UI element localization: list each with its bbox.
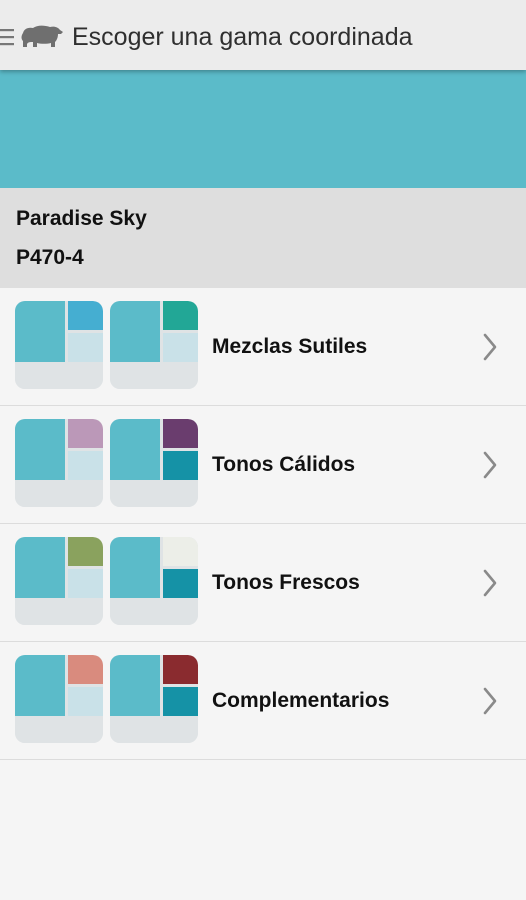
chevron-right-icon <box>483 687 497 715</box>
thumbnail-main-color <box>15 419 65 480</box>
thumbnail-footer <box>15 601 103 625</box>
scheme-thumbnail <box>110 301 198 389</box>
thumbnail-secondary-color <box>68 333 103 362</box>
scheme-thumbnail <box>110 537 198 625</box>
thumbnail-footer <box>110 365 198 389</box>
thumbnail-footer <box>110 483 198 507</box>
chevron-right-icon <box>483 451 497 479</box>
scheme-label: Tonos Frescos <box>212 571 360 594</box>
scheme-row-complementarios[interactable]: Complementarios <box>0 642 526 760</box>
thumbnail-main-color <box>110 419 160 480</box>
thumbnail-accent-color <box>68 537 103 566</box>
thumbnail-accent-color <box>68 419 103 448</box>
scheme-thumbnail <box>15 419 103 507</box>
color-info-panel <box>0 188 526 288</box>
scheme-row-tonos-calidos[interactable]: Tonos Cálidos <box>0 406 526 524</box>
hamburger-icon[interactable] <box>0 27 14 47</box>
scheme-thumbnail <box>110 419 198 507</box>
thumbnail-footer <box>110 719 198 743</box>
thumbnail-footer <box>15 483 103 507</box>
app-bar: Escoger una gama coordinada <box>0 0 526 70</box>
scheme-row-mezclas-sutiles[interactable]: Mezclas Sutiles <box>0 288 526 406</box>
color-name: Paradise Sky <box>16 207 147 230</box>
scheme-row-tonos-frescos[interactable]: Tonos Frescos <box>0 524 526 642</box>
thumbnail-accent-color <box>163 301 198 330</box>
thumbnail-secondary-color <box>163 333 198 362</box>
thumbnail-main-color <box>15 537 65 598</box>
thumbnail-accent-color <box>68 301 103 330</box>
scheme-thumbnail <box>15 301 103 389</box>
thumbnail-accent-color <box>68 655 103 684</box>
scheme-thumbnail <box>15 655 103 743</box>
thumbnail-secondary-color <box>163 451 198 480</box>
thumbnail-secondary-color <box>163 569 198 598</box>
bear-logo-icon[interactable] <box>20 23 64 49</box>
thumbnail-secondary-color <box>68 569 103 598</box>
scheme-thumbnail <box>110 655 198 743</box>
thumbnail-accent-color <box>163 537 198 566</box>
scheme-label: Complementarios <box>212 689 390 712</box>
scheme-thumbnail <box>15 537 103 625</box>
thumbnail-accent-color <box>163 419 198 448</box>
thumbnail-accent-color <box>163 655 198 684</box>
selected-color-swatch <box>0 70 526 188</box>
scheme-label: Mezclas Sutiles <box>212 335 368 358</box>
page-title: Escoger una gama coordinada <box>72 23 413 51</box>
color-code: P470-4 <box>16 246 84 269</box>
thumbnail-main-color <box>110 537 160 598</box>
thumbnail-secondary-color <box>68 451 103 480</box>
chevron-right-icon <box>483 569 497 597</box>
thumbnail-secondary-color <box>163 687 198 716</box>
thumbnail-main-color <box>110 655 160 716</box>
thumbnail-footer <box>15 719 103 743</box>
thumbnail-secondary-color <box>68 687 103 716</box>
thumbnail-footer <box>110 601 198 625</box>
thumbnail-main-color <box>110 301 160 362</box>
thumbnail-main-color <box>15 655 65 716</box>
chevron-right-icon <box>483 333 497 361</box>
thumbnail-main-color <box>15 301 65 362</box>
scheme-label: Tonos Cálidos <box>212 453 356 476</box>
scheme-list: Mezclas Sutiles Tonos Cálidos Tonos Fres… <box>0 288 526 760</box>
thumbnail-footer <box>15 365 103 389</box>
